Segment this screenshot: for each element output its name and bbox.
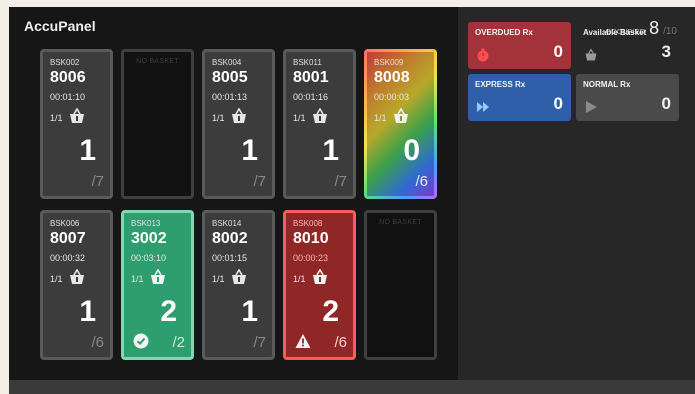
basket-id: BSK014 (212, 219, 242, 228)
capacity: /7 (253, 334, 266, 351)
item-fraction: 1/1 (374, 113, 387, 123)
basket-icon (232, 269, 246, 284)
order-code: 8006 (50, 69, 86, 86)
basket-card-bsk004[interactable]: BSK004 8005 00:01:13 1/1 1 /7 (202, 49, 275, 199)
basket-id: BSK008 (293, 219, 323, 228)
item-count: 0 (403, 134, 420, 167)
elapsed-time: 00:01:16 (293, 92, 329, 102)
elapsed-time: 00:00:32 (50, 253, 86, 263)
order-code: 8008 (374, 69, 410, 86)
basket-card-bsk008[interactable]: BSK008 8010 00:00:23 1/1 2 /6 (283, 210, 356, 360)
check-circle-icon (133, 333, 149, 349)
basket-icon (313, 269, 327, 284)
basket-id: BSK009 (374, 58, 404, 67)
basket-card-bsk011[interactable]: BSK011 8001 00:01:16 1/1 1 /7 (283, 49, 356, 199)
order-code: 8007 (50, 230, 86, 247)
basket-icon (313, 108, 327, 123)
item-count: 2 (322, 295, 339, 328)
overdue-rx-tile[interactable]: OVERDUED Rx 0 (468, 22, 571, 69)
item-count: 1 (79, 134, 96, 167)
item-fraction: 1/1 (293, 113, 306, 123)
basket-id: BSK011 (293, 58, 322, 67)
order-code: 8002 (212, 230, 248, 247)
capacity: /6 (334, 334, 347, 351)
basket-icon (585, 48, 597, 61)
item-fraction: 1/1 (50, 274, 63, 284)
basket-icon (70, 108, 84, 123)
capacity: /7 (334, 173, 347, 190)
basket-id: BSK002 (50, 58, 80, 67)
available-basket-tile: Available Basket 3 (576, 22, 679, 69)
normal-rx-tile[interactable]: NORMAL Rx 0 (576, 74, 679, 121)
basket-card-bsk002[interactable]: BSK002 8006 00:01:10 1/1 1 /7 (40, 49, 113, 199)
play-icon (586, 101, 597, 113)
elapsed-time: 00:01:10 (50, 92, 86, 102)
available-basket-count: 3 (661, 42, 671, 61)
express-rx-tile[interactable]: EXPRESS Rx 0 (468, 74, 571, 121)
item-fraction: 1/1 (212, 113, 225, 123)
no-basket-label: NO BASKET (136, 58, 179, 65)
elapsed-time: 00:00:23 (293, 253, 329, 263)
order-code: 8005 (212, 69, 248, 86)
item-count: 1 (241, 295, 258, 328)
elapsed-time: 00:00:03 (374, 92, 410, 102)
basket-card-bsk006[interactable]: BSK006 8007 00:00:32 1/1 1 /6 (40, 210, 113, 360)
no-basket-label: NO BASKET (379, 219, 422, 226)
basket-icon (151, 269, 165, 284)
basket-card-bsk009[interactable]: BSK009 8008 00:00:03 1/1 0 /6 (364, 49, 437, 199)
empty-slot[interactable]: NO BASKET (364, 210, 437, 360)
item-count: 1 (322, 134, 339, 167)
warning-icon (295, 334, 311, 348)
elapsed-time: 00:01:13 (212, 92, 248, 102)
elapsed-time: 00:01:15 (212, 253, 248, 263)
basket-id: BSK004 (212, 58, 242, 67)
item-count: 2 (160, 295, 177, 328)
order-code: 8001 (293, 69, 329, 86)
elapsed-time: 00:03:10 (131, 253, 167, 263)
item-count: 1 (241, 134, 258, 167)
timer-icon (477, 48, 489, 62)
bottom-bar (9, 380, 695, 394)
basket-id: BSK006 (50, 219, 80, 228)
app-title: AccuPanel (24, 18, 96, 34)
item-fraction: 1/1 (50, 113, 63, 123)
capacity: /6 (91, 334, 104, 351)
normal-rx-title: NORMAL Rx (583, 80, 631, 89)
overdue-rx-count: 0 (553, 42, 563, 61)
basket-card-bsk014[interactable]: BSK014 8002 00:01:15 1/1 1 /7 (202, 210, 275, 360)
order-code: 3002 (131, 230, 167, 247)
basket-id: BSK013 (131, 219, 161, 228)
item-fraction: 1/1 (212, 274, 225, 284)
overdue-rx-title: OVERDUED Rx (475, 28, 533, 37)
express-rx-count: 0 (553, 94, 563, 113)
capacity: /7 (91, 173, 104, 190)
capacity: /7 (253, 173, 266, 190)
item-fraction: 1/1 (131, 274, 144, 284)
capacity: /2 (172, 334, 185, 351)
fast-forward-icon (477, 102, 489, 112)
item-count: 1 (79, 295, 96, 328)
basket-icon (70, 269, 84, 284)
available-basket-title: Available Basket (583, 28, 647, 37)
basket-card-bsk013[interactable]: BSK013 3002 00:03:10 1/1 2 /2 (121, 210, 194, 360)
express-rx-title: EXPRESS Rx (475, 80, 526, 89)
basket-icon (232, 108, 246, 123)
empty-slot[interactable]: NO BASKET (121, 49, 194, 199)
capacity: /6 (415, 173, 428, 190)
normal-rx-count: 0 (661, 94, 671, 113)
order-code: 8010 (293, 230, 329, 247)
basket-icon (394, 108, 408, 123)
item-fraction: 1/1 (293, 274, 306, 284)
